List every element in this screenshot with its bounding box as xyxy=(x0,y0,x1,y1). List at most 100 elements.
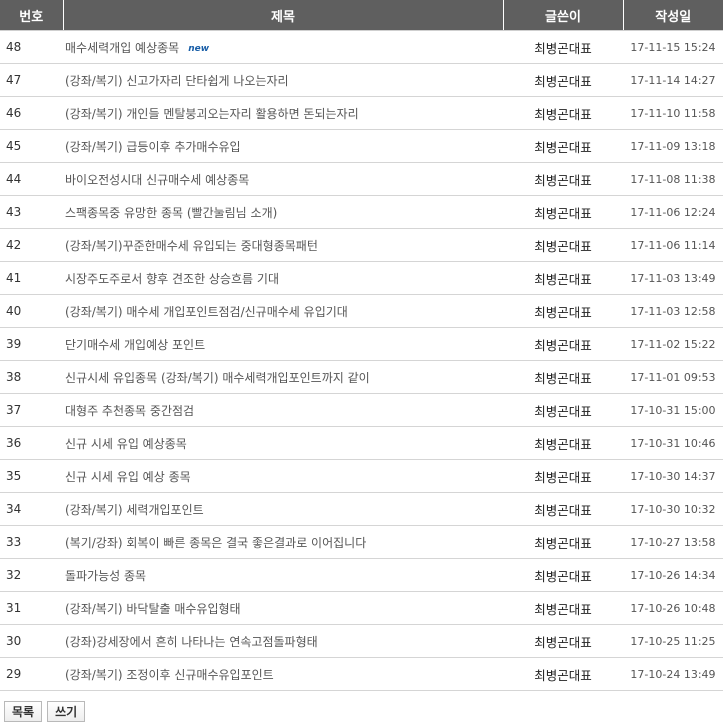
post-writer: 최병곤대표 xyxy=(503,393,623,427)
post-writer: 최병곤대표 xyxy=(503,63,623,97)
table-row: 47 (강좌/복기) 신고가자리 단타쉽게 나오는자리 최병곤대표 17-11-14 … xyxy=(0,63,723,97)
post-date: 17-11-14 14:27 xyxy=(623,63,723,97)
post-number: 39 xyxy=(0,327,63,361)
post-number: 44 xyxy=(0,162,63,196)
table-row: 34 (강좌/복기) 세력개입포인트 최병곤대표 17-10-30 10:32 xyxy=(0,492,723,526)
post-writer: 최병곤대표 xyxy=(503,294,623,328)
post-date: 17-10-25 11:25 xyxy=(623,624,723,658)
post-date: 17-10-30 14:37 xyxy=(623,459,723,493)
post-writer: 최병곤대표 xyxy=(503,228,623,262)
post-date: 17-11-06 11:14 xyxy=(623,228,723,262)
post-title-cell: 스팩종목중 유망한 종목 (빨간눌림님 소개) xyxy=(63,195,503,229)
post-title-link[interactable]: 시장주도주로서 향후 견조한 상승흐름 기대 xyxy=(65,272,279,286)
header-date: 작성일 xyxy=(623,0,723,31)
post-number: 42 xyxy=(0,228,63,262)
post-writer: 최병곤대표 xyxy=(503,360,623,394)
post-writer: 최병곤대표 xyxy=(503,426,623,460)
table-row: 33 (복기/강좌) 회복이 빠른 종목은 결국 좋은결과로 이어집니다 최병곤대표… xyxy=(0,525,723,559)
post-title-link[interactable]: 신규 시세 유입 예상종목 xyxy=(65,437,187,451)
post-number: 34 xyxy=(0,492,63,526)
table-row: 42 (강좌/복기)꾸준한매수세 유입되는 중대형종목패턴 최병곤대표 17-11-0… xyxy=(0,228,723,262)
post-title-cell: 신규시세 유입종목 (강좌/복기) 매수세력개입포인트까지 같이 xyxy=(63,360,503,394)
table-row: 43 스팩종목중 유망한 종목 (빨간눌림님 소개) 최병곤대표 17-11-06 1… xyxy=(0,195,723,229)
post-title-cell: (강좌/복기) 세력개입포인트 xyxy=(63,492,503,526)
header-title: 제목 xyxy=(63,0,504,31)
table-row: 36 신규 시세 유입 예상종목 최병곤대표 17-10-31 10:46 xyxy=(0,426,723,460)
table-row: 38 신규시세 유입종목 (강좌/복기) 매수세력개입포인트까지 같이 최병곤대표 1… xyxy=(0,360,723,394)
board-list: 번호 제목 글쓴이 작성일 48 매수세력개입 예상종목 new 최병곤대표 17-11… xyxy=(0,0,723,722)
post-title-link[interactable]: 돌파가능성 종목 xyxy=(65,569,146,583)
table-row: 39 단기매수세 개입예상 포인트 최병곤대표 17-11-02 15:22 xyxy=(0,327,723,361)
post-title-link[interactable]: (강좌/복기)꾸준한매수세 유입되는 중대형종목패턴 xyxy=(65,239,318,253)
post-date: 17-11-09 13:18 xyxy=(623,129,723,163)
post-title-cell: (강좌/복기) 바닥탈출 매수유입형태 xyxy=(63,591,503,625)
post-date: 17-10-31 15:00 xyxy=(623,393,723,427)
post-title-cell: 매수세력개입 예상종목 new xyxy=(63,30,503,64)
post-title-link[interactable]: 매수세력개입 예상종목 xyxy=(65,41,179,55)
post-title-link[interactable]: 스팩종목중 유망한 종목 (빨간눌림님 소개) xyxy=(65,206,277,220)
post-date: 17-11-06 12:24 xyxy=(623,195,723,229)
post-title-link[interactable]: (강좌/복기) 바닥탈출 매수유입형태 xyxy=(65,602,241,616)
post-writer: 최병곤대표 xyxy=(503,30,623,64)
post-title-link[interactable]: 바이오전성시대 신규매수세 예상종목 xyxy=(65,173,249,187)
post-date: 17-10-24 13:49 xyxy=(623,657,723,691)
post-title-cell: 신규 시세 유입 예상 종목 xyxy=(63,459,503,493)
post-date: 17-11-01 09:53 xyxy=(623,360,723,394)
post-number: 43 xyxy=(0,195,63,229)
post-title-link[interactable]: (강좌/복기) 매수세 개입포인트점검/신규매수세 유입기대 xyxy=(65,305,348,319)
post-title-link[interactable]: 신규 시세 유입 예상 종목 xyxy=(65,470,191,484)
post-writer: 최병곤대표 xyxy=(503,591,623,625)
post-date: 17-10-26 10:48 xyxy=(623,591,723,625)
post-number: 35 xyxy=(0,459,63,493)
post-date: 17-11-03 12:58 xyxy=(623,294,723,328)
post-title-link[interactable]: (강좌/복기) 조정이후 신규매수유입포인트 xyxy=(65,668,274,682)
post-writer: 최병곤대표 xyxy=(503,162,623,196)
post-title-link[interactable]: 단기매수세 개입예상 포인트 xyxy=(65,338,205,352)
table-row: 44 바이오전성시대 신규매수세 예상종목 최병곤대표 17-11-08 11:38 xyxy=(0,162,723,196)
table-row: 37 대형주 추천종목 중간점검 최병곤대표 17-10-31 15:00 xyxy=(0,393,723,427)
table-row: 45 (강좌/복기) 급등이후 추가매수유입 최병곤대표 17-11-09 13:18 xyxy=(0,129,723,163)
post-title-link[interactable]: (강좌/복기) 개인들 멘탈붕괴오는자리 활용하면 돈되는자리 xyxy=(65,107,359,121)
post-number: 47 xyxy=(0,63,63,97)
list-button[interactable]: 목록 xyxy=(4,701,43,722)
post-number: 30 xyxy=(0,624,63,658)
post-title-link[interactable]: 대형주 추천종목 중간점검 xyxy=(65,404,194,418)
post-title-cell: 대형주 추천종목 중간점검 xyxy=(63,393,503,427)
post-number: 40 xyxy=(0,294,63,328)
post-writer: 최병곤대표 xyxy=(503,195,623,229)
write-button[interactable]: 쓰기 xyxy=(47,701,86,722)
post-date: 17-10-26 14:34 xyxy=(623,558,723,592)
post-date: 17-11-15 15:24 xyxy=(623,30,723,64)
table-row: 48 매수세력개입 예상종목 new 최병곤대표 17-11-15 15:24 xyxy=(0,30,723,64)
post-number: 37 xyxy=(0,393,63,427)
table-row: 30 (강좌)강세장에서 흔히 나타나는 연속고점돌파형태 최병곤대표 17-10-2… xyxy=(0,624,723,658)
post-title-link[interactable]: (복기/강좌) 회복이 빠른 종목은 결국 좋은결과로 이어집니다 xyxy=(65,536,366,550)
post-date: 17-10-30 10:32 xyxy=(623,492,723,526)
post-date: 17-10-27 13:58 xyxy=(623,525,723,559)
board-buttons: 목록 쓰기 xyxy=(4,701,86,722)
post-title-cell: (복기/강좌) 회복이 빠른 종목은 결국 좋은결과로 이어집니다 xyxy=(63,525,503,559)
header-num: 번호 xyxy=(0,0,64,31)
post-title-link[interactable]: 신규시세 유입종목 (강좌/복기) 매수세력개입포인트까지 같이 xyxy=(65,371,370,385)
table-row: 41 시장주도주로서 향후 견조한 상승흐름 기대 최병곤대표 17-11-03 13… xyxy=(0,261,723,295)
post-writer: 최병곤대표 xyxy=(503,327,623,361)
post-table: 번호 제목 글쓴이 작성일 48 매수세력개입 예상종목 new 최병곤대표 17-11… xyxy=(0,0,723,691)
post-writer: 최병곤대표 xyxy=(503,96,623,130)
post-writer: 최병곤대표 xyxy=(503,459,623,493)
post-number: 46 xyxy=(0,96,63,130)
post-writer: 최병곤대표 xyxy=(503,492,623,526)
post-title-link[interactable]: (강좌/복기) 신고가자리 단타쉽게 나오는자리 xyxy=(65,74,289,88)
post-title-link[interactable]: (강좌/복기) 급등이후 추가매수유입 xyxy=(65,140,241,154)
post-title-cell: (강좌/복기) 개인들 멘탈붕괴오는자리 활용하면 돈되는자리 xyxy=(63,96,503,130)
post-title-link[interactable]: (강좌/복기) 세력개입포인트 xyxy=(65,503,204,517)
post-number: 38 xyxy=(0,360,63,394)
post-writer: 최병곤대표 xyxy=(503,525,623,559)
post-number: 33 xyxy=(0,525,63,559)
post-number: 48 xyxy=(0,30,63,64)
post-title-link[interactable]: (강좌)강세장에서 흔히 나타나는 연속고점돌파형태 xyxy=(65,635,318,649)
post-writer: 최병곤대표 xyxy=(503,657,623,691)
post-number: 29 xyxy=(0,657,63,691)
post-number: 45 xyxy=(0,129,63,163)
post-date: 17-11-03 13:49 xyxy=(623,261,723,295)
table-row: 35 신규 시세 유입 예상 종목 최병곤대표 17-10-30 14:37 xyxy=(0,459,723,493)
